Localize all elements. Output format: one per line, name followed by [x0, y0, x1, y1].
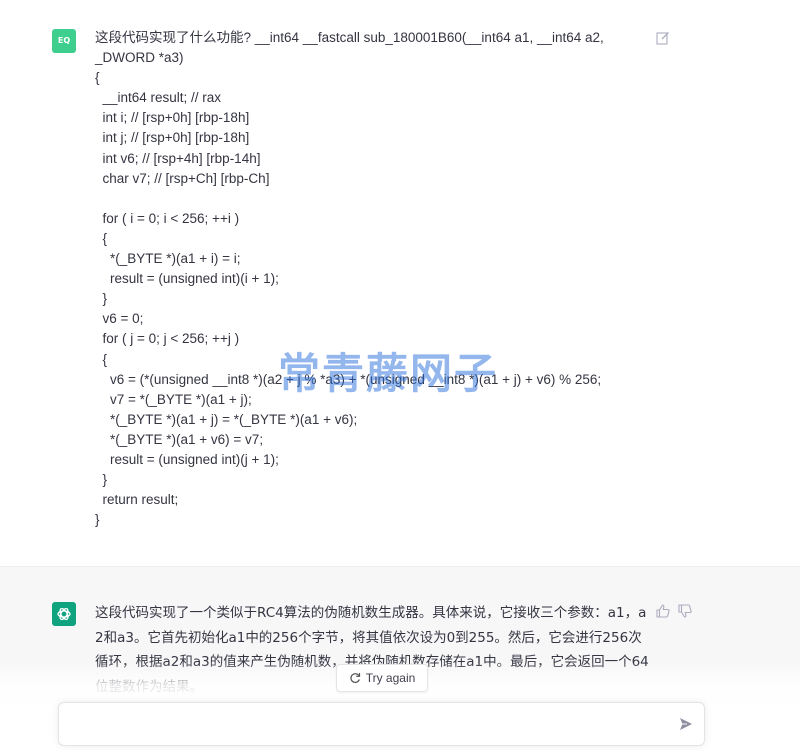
- try-again-label: Try again: [365, 671, 416, 685]
- user-message-text: 这段代码实现了什么功能? __int64 __fastcall sub_1800…: [95, 30, 604, 528]
- send-icon[interactable]: [678, 716, 694, 732]
- refresh-icon: [350, 673, 360, 683]
- user-avatar: EQ: [52, 29, 76, 53]
- try-again-button[interactable]: Try again: [336, 664, 428, 692]
- openai-logo-icon: [57, 607, 71, 621]
- edit-icon[interactable]: [656, 31, 670, 45]
- user-message: EQ 这段代码实现了什么功能? __int64 __fastcall sub_1…: [0, 0, 800, 566]
- message-composer: [58, 702, 705, 746]
- message-input[interactable]: [71, 713, 665, 739]
- assistant-avatar: [52, 602, 76, 626]
- thumbs-up-icon[interactable]: [656, 604, 670, 618]
- thumbs-down-icon[interactable]: [678, 604, 692, 618]
